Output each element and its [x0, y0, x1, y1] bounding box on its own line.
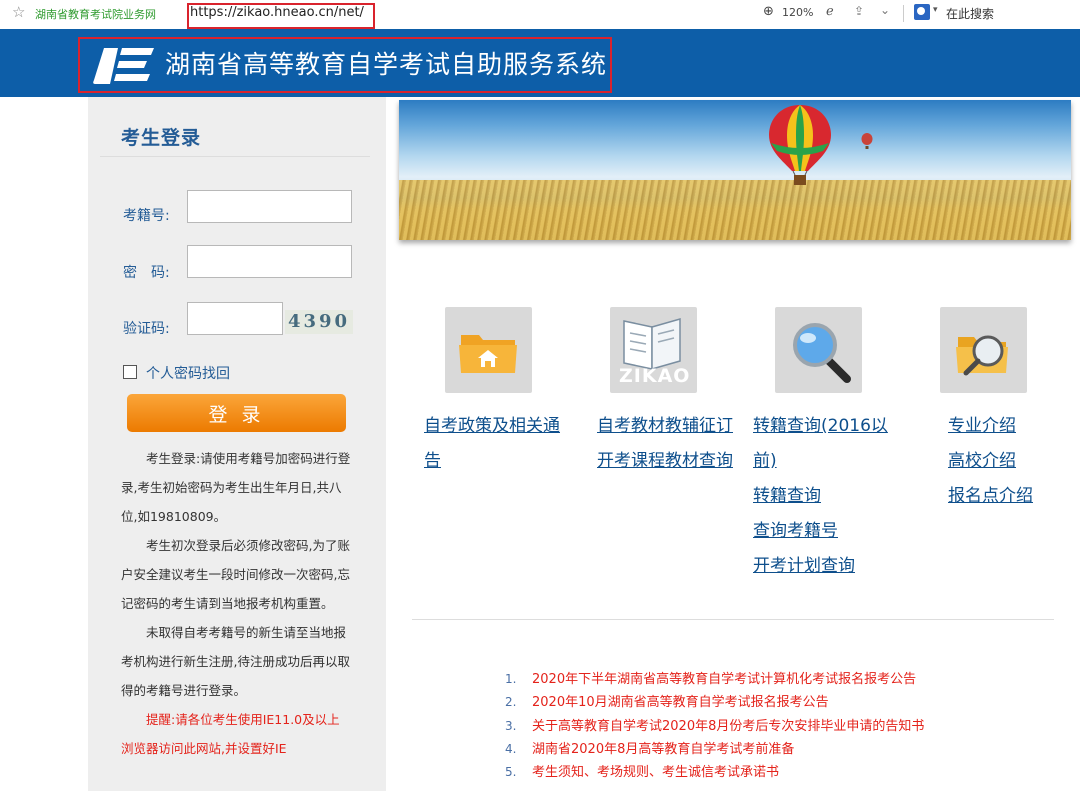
notice-item: 4. 湖南省2020年8月高等教育自学考试考前准备: [505, 739, 924, 762]
folder-home-icon: [459, 335, 517, 373]
zoom-level[interactable]: 120%: [782, 6, 813, 19]
browser-toolbar: ☆ 湖南省教育考试院业务网 https://zikao.hneao.cn/net…: [0, 0, 1080, 29]
folder-search-tile[interactable]: [940, 307, 1027, 393]
browser-search-input[interactable]: 在此搜索: [946, 5, 994, 22]
captcha-label: 验证码:: [123, 321, 170, 337]
major-intro-link[interactable]: 专业介绍: [948, 411, 1016, 436]
course-textbook-query-link[interactable]: 开考课程教材查询: [597, 446, 733, 471]
recover-password-checkbox[interactable]: [123, 365, 137, 379]
notice-link[interactable]: 考生须知、考场规则、考生诚信考试承诺书: [532, 765, 779, 780]
title-highlight-box: [78, 37, 612, 93]
notice-item: 1. 2020年下半年湖南省高等教育自学考试计算机化考试报名报考公告: [505, 669, 924, 692]
ie-compat-icon[interactable]: ℯ: [826, 4, 834, 19]
address-bar-url[interactable]: https://zikao.hneao.cn/net/: [190, 5, 364, 20]
notice-number: 5.: [505, 765, 517, 780]
search-engine-icon[interactable]: [914, 4, 930, 20]
login-note: 考生初次登录后必须修改密码,为了账户安全建议考生一段时间修改一次密码,忘记密码的…: [121, 538, 350, 611]
textbook-order-link[interactable]: 自考教材教辅征订: [597, 411, 733, 436]
folder-search-icon: [956, 335, 1008, 376]
login-notes: 考生登录:请使用考籍号加密码进行登录,考生初始密码为考生出生年月日,共八位,如1…: [121, 444, 351, 763]
policy-notice-link[interactable]: 告: [424, 446, 441, 471]
browser-warning: 提醒:请各位考生使用IE11.0及以上浏览器访问此网站,并设置好IE: [121, 712, 340, 756]
magnifier-tile[interactable]: [775, 307, 862, 393]
notice-number: 4.: [505, 741, 517, 756]
policy-notice-link[interactable]: 自考政策及相关通: [424, 411, 560, 436]
banner-image: [399, 100, 1071, 240]
exam-plan-query-link[interactable]: 开考计划查询: [753, 551, 855, 576]
notice-number: 2.: [505, 695, 517, 710]
content-divider: [412, 619, 1054, 620]
password-input[interactable]: [187, 245, 352, 278]
login-title: 考生登录: [121, 127, 202, 149]
favorite-star-icon[interactable]: ☆: [12, 3, 25, 21]
registration-point-link[interactable]: 报名点介绍: [948, 481, 1033, 506]
notice-link[interactable]: 2020年10月湖南省高等教育自学考试报名报考公告: [532, 695, 829, 710]
notice-link[interactable]: 关于高等教育自学考试2020年8月份考后专次安排毕业申请的告知书: [532, 719, 924, 734]
notice-item: 5. 考生须知、考场规则、考生诚信考试承诺书: [505, 762, 924, 785]
recover-password-link[interactable]: 个人密码找回: [146, 363, 230, 383]
student-id-input[interactable]: [187, 190, 352, 223]
login-title-divider: [100, 156, 370, 157]
notice-list: 1. 2020年下半年湖南省高等教育自学考试计算机化考试报名报考公告 2. 2020…: [505, 669, 924, 785]
policy-folder-icon[interactable]: [445, 307, 532, 393]
chevron-down-icon[interactable]: ⌄: [880, 3, 890, 17]
notice-item: 2. 2020年10月湖南省高等教育自学考试报名报考公告: [505, 692, 924, 715]
magnifier-icon: [793, 323, 851, 383]
transfer-query-link[interactable]: 转籍查询: [753, 481, 821, 506]
captcha-input[interactable]: [187, 302, 283, 335]
notice-number: 1.: [505, 672, 517, 686]
notice-link[interactable]: 2020年下半年湖南省高等教育自学考试计算机化考试报名报考公告: [532, 672, 916, 687]
college-intro-link[interactable]: 高校介绍: [948, 446, 1016, 471]
share-icon[interactable]: ⇪: [854, 4, 864, 18]
notice-item: 3. 关于高等教育自学考试2020年8月份考后专次安排毕业申请的告知书: [505, 716, 924, 739]
notice-number: 3.: [505, 718, 517, 733]
small-balloon-icon: [861, 133, 873, 149]
transfer-query-2016-link[interactable]: 前): [753, 446, 777, 471]
transfer-query-2016-link[interactable]: 转籍查询(2016以: [753, 411, 888, 436]
login-button[interactable]: 登 录: [127, 394, 346, 432]
captcha-image[interactable]: 4390: [285, 310, 353, 334]
search-engine-dropdown-icon[interactable]: ▾: [933, 5, 938, 15]
zikao-icon-text: ZIKAO: [619, 365, 691, 387]
login-note: 考生登录:请使用考籍号加密码进行登录,考生初始密码为考生出生年月日,共八位,如1…: [121, 451, 351, 524]
zoom-icon[interactable]: ⊕: [763, 4, 774, 19]
zikao-book-tile[interactable]: ZIKAO: [610, 307, 697, 393]
student-id-query-link[interactable]: 查询考籍号: [753, 516, 838, 541]
banner-grass: [399, 180, 1071, 240]
student-id-label: 考籍号:: [123, 208, 170, 224]
toolbar-divider: [903, 5, 904, 22]
notice-link[interactable]: 湖南省2020年8月高等教育自学考试考前准备: [532, 742, 794, 757]
login-note: 未取得自考考籍号的新生请至当地报考机构进行新生注册,待注册成功后再以取得的考籍号…: [121, 625, 350, 698]
hot-air-balloon-icon: [769, 105, 831, 185]
browser-tab-title[interactable]: 湖南省教育考试院业务网: [35, 6, 156, 22]
password-label: 密 码:: [123, 265, 170, 281]
